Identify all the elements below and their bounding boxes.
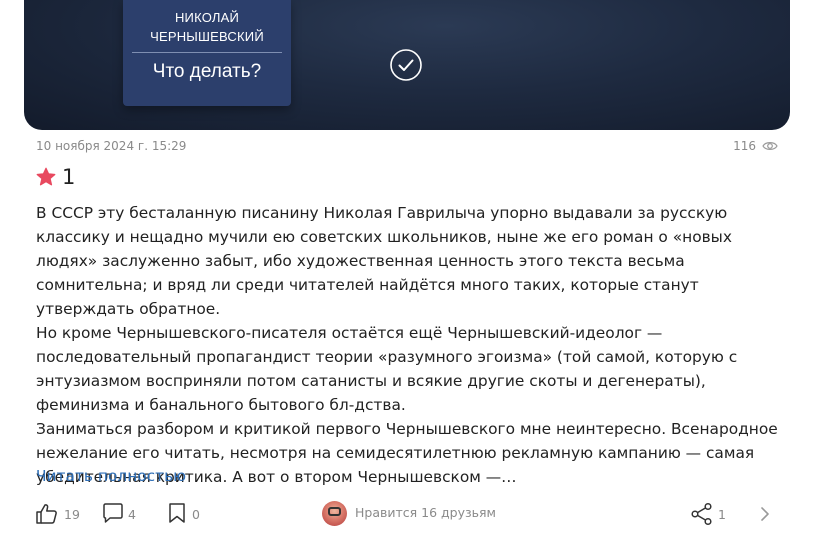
bookmark-icon xyxy=(169,503,185,523)
book-author-first-name: НИКОЛАЙ xyxy=(174,10,240,25)
share-count: 1 xyxy=(718,507,726,522)
book-author: НИКОЛАЙ ЧЕРНЫШЕВСКИЙ xyxy=(123,8,291,46)
review-date: 10 ноября 2024 г. 15:29 xyxy=(36,139,187,153)
book-cover[interactable]: НИКОЛАЙ ЧЕРНЫШЕВСКИЙ Что делать? xyxy=(123,0,291,106)
book-author-last-name: ЧЕРНЫШЕВСКИЙ xyxy=(150,29,264,44)
comment-button[interactable]: 4 xyxy=(102,500,142,528)
view-count: 116 xyxy=(733,139,756,153)
chevron-right-icon[interactable] xyxy=(758,500,772,528)
check-circle-icon[interactable] xyxy=(390,49,422,81)
share-icon xyxy=(691,502,712,526)
like-count: 19 xyxy=(64,507,80,522)
read-more-link[interactable]: Читать полностью xyxy=(36,465,186,487)
book-banner[interactable]: НИКОЛАЙ ЧЕРНЫШЕВСКИЙ Что делать? xyxy=(24,0,790,130)
book-divider xyxy=(132,52,282,53)
review-paragraph: Но кроме Чернышевского-писателя остаётся… xyxy=(36,324,738,414)
bookmark-count: 0 xyxy=(192,507,200,522)
friends-likes-label: Нравится 16 друзьям xyxy=(355,505,496,520)
book-title: Что делать? xyxy=(152,61,262,82)
comment-count: 4 xyxy=(128,507,136,522)
like-button[interactable]: 19 xyxy=(35,500,80,528)
bookmark-button[interactable]: 0 xyxy=(167,500,203,528)
star-icon xyxy=(36,167,56,186)
rating-value: 1 xyxy=(62,165,76,189)
avatar xyxy=(322,501,347,526)
eye-icon xyxy=(762,142,778,150)
review-text: В СССР эту бесталанную писанину Николая … xyxy=(36,201,781,489)
review-paragraph: В СССР эту бесталанную писанину Николая … xyxy=(36,204,732,318)
comment-icon xyxy=(103,503,123,523)
share-button[interactable]: 1 xyxy=(690,500,730,528)
thumbs-up-icon xyxy=(36,504,57,524)
action-bar: 19 4 0 Нравится 16 друзьям 1 xyxy=(0,500,813,530)
review-meta: 10 ноября 2024 г. 15:29 116 xyxy=(36,138,778,156)
